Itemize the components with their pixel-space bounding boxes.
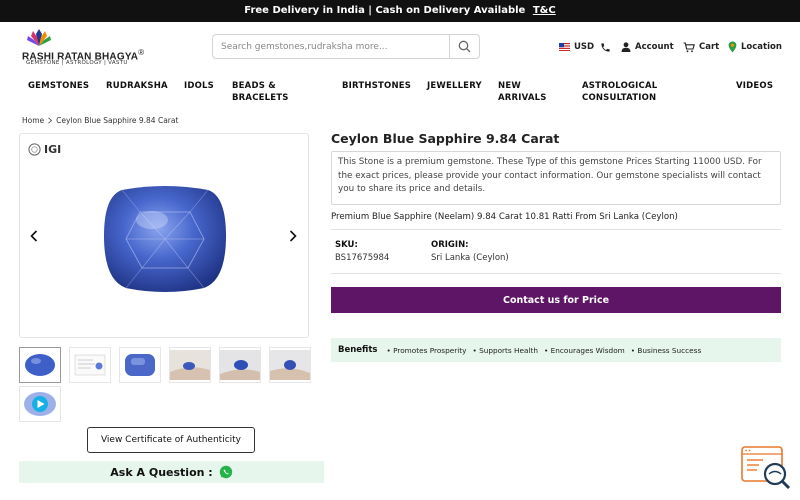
blue-sapphire-image xyxy=(104,186,226,292)
ask-question-label: Ask A Question : xyxy=(110,465,213,479)
breadcrumb-home[interactable]: Home xyxy=(22,116,44,125)
nav-item-birthstones[interactable]: BIRTHSTONES xyxy=(342,80,411,92)
nav-item-idols[interactable]: IDOLS xyxy=(184,80,214,92)
account-link[interactable]: Account xyxy=(621,39,674,55)
brand-logo[interactable]: RASHI RATAN BHAGYA® GEMSTONE | ASTROLOGY… xyxy=(22,28,162,66)
chevron-right-icon xyxy=(48,117,53,124)
origin-value: Sri Lanka (Ceylon) xyxy=(431,253,509,263)
chevron-right-icon xyxy=(289,230,297,242)
igi-certification-badge: IGI xyxy=(28,143,61,156)
divider xyxy=(331,273,781,274)
chat-support-icon[interactable] xyxy=(741,444,791,490)
sapphire-in-hand-thumbnail-icon xyxy=(170,350,210,380)
origin-label: ORIGIN: xyxy=(431,240,469,250)
product-price-note: This Stone is a premium gemstone. These … xyxy=(331,151,781,205)
previous-image-button[interactable] xyxy=(27,228,41,244)
thumbnail-hand-view-1[interactable] xyxy=(169,347,211,383)
search-icon xyxy=(458,40,471,53)
thumbnail-strip xyxy=(19,347,319,423)
thumbnail-front-view[interactable] xyxy=(19,347,61,383)
account-label: Account xyxy=(635,42,674,52)
chevron-left-icon xyxy=(30,230,38,242)
search-input[interactable] xyxy=(213,35,451,58)
next-image-button[interactable] xyxy=(286,228,300,244)
nav-item-new-arrivals[interactable]: NEW ARRIVALS xyxy=(498,80,558,104)
main-navigation: GEMSTONES RUDRAKSHA IDOLS BEADS & BRACEL… xyxy=(0,76,800,108)
sapphire-in-hand-thumbnail-icon xyxy=(220,350,260,380)
lotus-logo-icon xyxy=(27,29,51,46)
location-pin-icon xyxy=(728,41,737,53)
nav-item-astrological-consultation[interactable]: ASTROLOGICAL CONSULTATION xyxy=(582,80,697,104)
benefit-item: • Encourages Wisdom xyxy=(544,345,625,355)
video-play-icon xyxy=(24,392,56,416)
breadcrumb-current: Ceylon Blue Sapphire 9.84 Carat xyxy=(56,116,179,125)
search-bar xyxy=(212,34,480,59)
location-link[interactable]: Location xyxy=(728,39,782,55)
sapphire-in-hand-thumbnail-icon xyxy=(270,350,310,380)
product-subtitle: Premium Blue Sapphire (Neelam) 9.84 Cara… xyxy=(331,212,678,222)
cart-icon xyxy=(683,41,695,52)
benefit-item: • Business Success xyxy=(630,345,702,355)
terms-link[interactable]: T&C xyxy=(533,5,556,16)
announcement-text: Free Delivery in India | Cash on Deliver… xyxy=(244,5,526,16)
thumbnail-hand-view-2[interactable] xyxy=(219,347,261,383)
phone-button[interactable] xyxy=(600,39,611,55)
certificate-thumbnail-icon xyxy=(74,354,106,376)
cart-label: Cart xyxy=(699,42,720,52)
ask-question-bar[interactable]: Ask A Question : xyxy=(19,461,324,483)
cart-link[interactable]: Cart xyxy=(683,39,719,55)
whatsapp-icon[interactable] xyxy=(219,465,233,479)
brand-tagline: GEMSTONE | ASTROLOGY | VASTU xyxy=(26,60,128,66)
user-icon xyxy=(621,42,631,52)
sapphire-thumbnail-icon xyxy=(125,354,155,376)
us-flag-icon xyxy=(559,43,570,51)
sapphire-thumbnail-icon xyxy=(25,354,55,376)
breadcrumb: Home Ceylon Blue Sapphire 9.84 Carat xyxy=(22,116,178,125)
phone-icon xyxy=(601,42,610,52)
nav-item-gemstones[interactable]: GEMSTONES xyxy=(28,80,89,92)
announcement-bar: Free Delivery in India | Cash on Deliver… xyxy=(0,0,800,22)
view-certificate-button[interactable]: View Certificate of Authenticity xyxy=(87,427,255,453)
nav-item-videos[interactable]: VIDEOS xyxy=(736,80,773,92)
nav-item-rudraksha[interactable]: RUDRAKSHA xyxy=(106,80,168,92)
currency-label: USD xyxy=(574,42,595,52)
product-title: Ceylon Blue Sapphire 9.84 Carat xyxy=(331,131,560,146)
thumbnail-top-view[interactable] xyxy=(119,347,161,383)
thumbnail-hand-view-3[interactable] xyxy=(269,347,311,383)
sku-label: SKU: xyxy=(335,240,358,250)
sku-value: BS17675984 xyxy=(335,253,390,263)
thumbnail-certificate[interactable] xyxy=(69,347,111,383)
igi-seal-icon xyxy=(28,143,41,156)
product-image-viewer: IGI xyxy=(19,133,309,338)
nav-item-jewellery[interactable]: JEWELLERY xyxy=(427,80,482,92)
currency-selector[interactable]: USD xyxy=(559,39,594,55)
benefits-strip: Benefits • Promotes Prosperity • Support… xyxy=(331,338,781,362)
thumbnail-video[interactable] xyxy=(19,386,61,422)
benefits-heading: Benefits xyxy=(338,345,378,355)
divider xyxy=(331,229,781,230)
nav-item-beads-bracelets[interactable]: BEADS & BRACELETS xyxy=(232,80,312,104)
site-header: RASHI RATAN BHAGYA® GEMSTONE | ASTROLOGY… xyxy=(0,22,800,70)
location-label: Location xyxy=(741,42,782,52)
search-button[interactable] xyxy=(449,35,479,58)
benefit-item: • Promotes Prosperity xyxy=(386,345,467,355)
benefit-item: • Supports Health xyxy=(472,345,538,355)
contact-for-price-button[interactable]: Contact us for Price xyxy=(331,287,781,313)
